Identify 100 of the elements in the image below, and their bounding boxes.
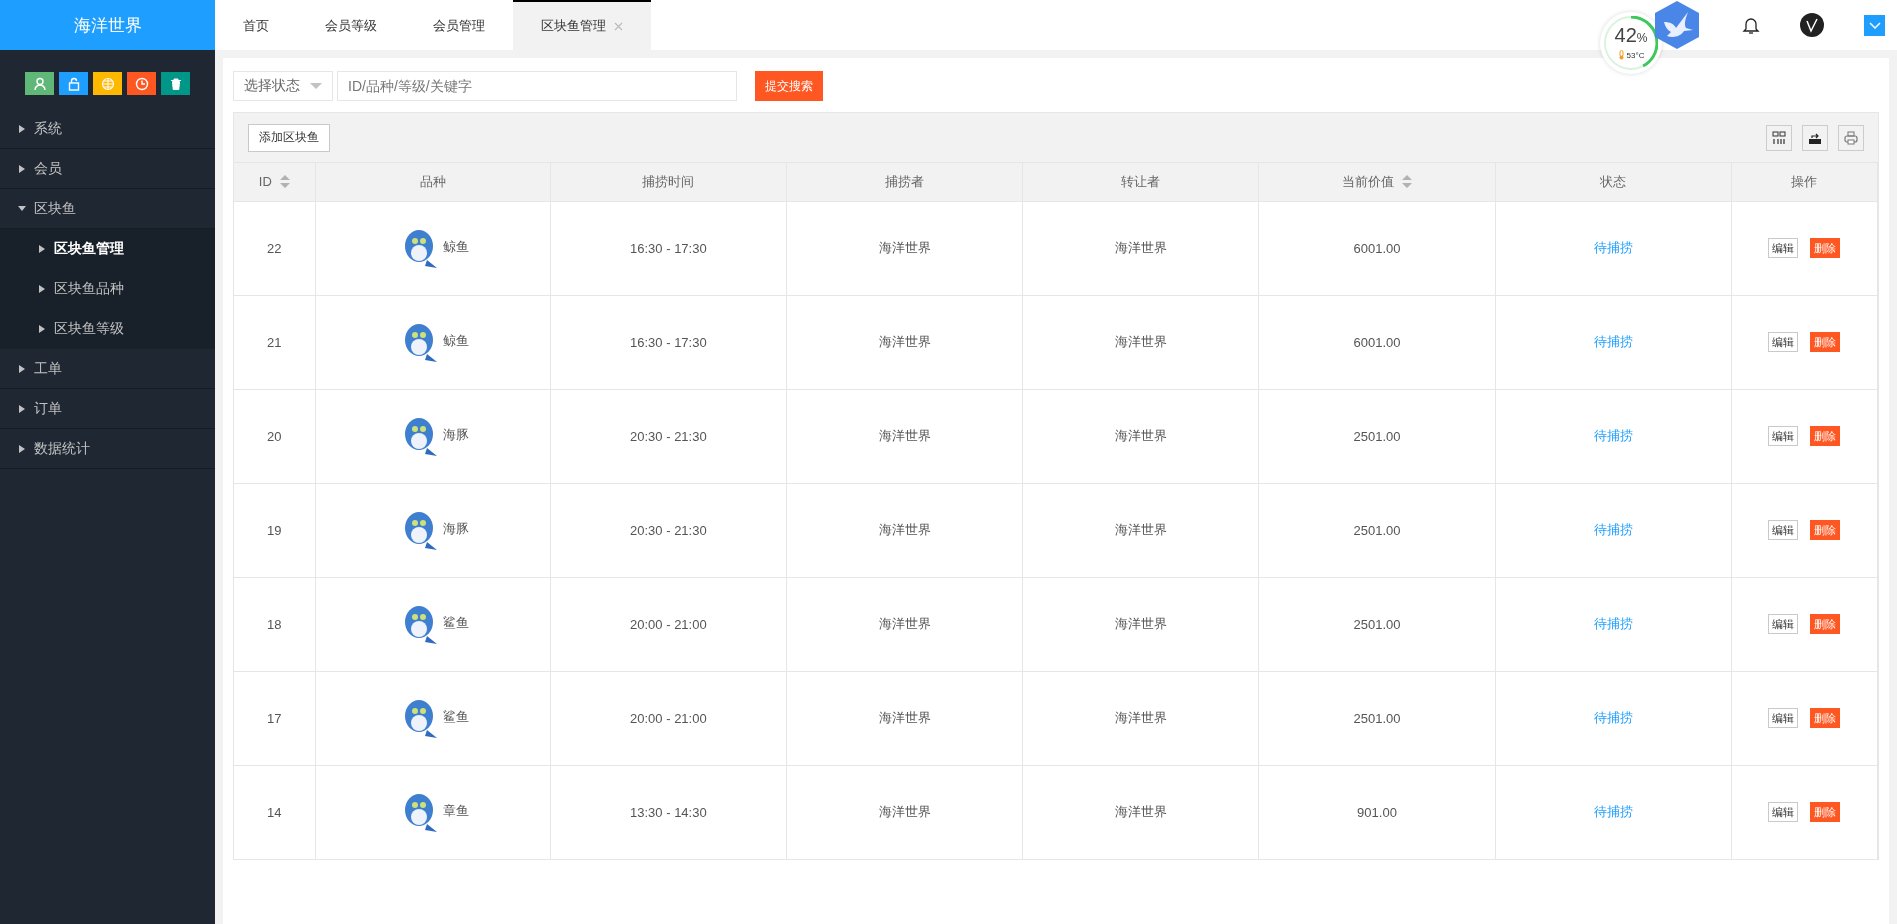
table-cell: 2501.00 <box>1353 710 1401 726</box>
table-cell: 海洋世界 <box>1114 710 1167 725</box>
table-cell: 海洋世界 <box>1114 616 1167 631</box>
sidebar-subitem[interactable]: 区块鱼管理 <box>0 229 215 269</box>
column-header: 捕捞者 <box>885 172 925 191</box>
caret-right-icon <box>18 443 26 454</box>
sort-icon <box>1401 175 1412 189</box>
table-cell: 海洋世界 <box>878 334 931 349</box>
table-cell: 16:30 - 17:30 <box>630 334 707 350</box>
trash-icon <box>168 76 183 91</box>
table-cell: 海洋世界 <box>1114 804 1167 820</box>
column-header: 操作 <box>1791 172 1818 191</box>
table-cell: 海洋世界 <box>1114 428 1167 443</box>
quick-button[interactable] <box>127 72 156 95</box>
edit-button[interactable]: 编辑 <box>1768 426 1799 446</box>
quick-button[interactable] <box>25 72 54 95</box>
columns-button[interactable] <box>1766 124 1792 151</box>
edit-button[interactable]: 编辑 <box>1768 238 1799 258</box>
table-cell: 海豚 <box>442 519 469 538</box>
table-cell: 海豚 <box>442 425 469 444</box>
table-cell: 2501.00 <box>1353 522 1401 538</box>
table-cell: 海洋世界 <box>878 710 931 725</box>
columns-icon <box>1772 130 1786 145</box>
clock-icon <box>134 76 149 91</box>
table-cell: 6001.00 <box>1353 240 1401 256</box>
quick-button[interactable] <box>93 72 122 95</box>
temperature-reading: 53°C <box>1626 50 1645 60</box>
table-cell: 鲨鱼 <box>442 613 469 632</box>
sidebar-subitem[interactable]: 区块鱼等级 <box>0 309 215 349</box>
add-button[interactable]: 添加区块鱼 <box>248 123 330 152</box>
caret-right-icon <box>18 363 26 374</box>
app-title: 海洋世界 <box>0 0 215 50</box>
table-cell: 17 <box>267 710 282 726</box>
bell-icon[interactable] <box>1742 16 1760 34</box>
column-header: 状态 <box>1600 172 1627 191</box>
table-cell: 19 <box>267 522 282 538</box>
table-cell: 22 <box>267 240 282 256</box>
edit-button[interactable]: 编辑 <box>1768 708 1799 728</box>
table-cell: 20 <box>267 428 282 444</box>
quick-button[interactable] <box>59 72 88 95</box>
tab[interactable]: 会员等级 <box>297 0 405 50</box>
quick-button[interactable] <box>161 72 190 95</box>
table-cell: 海洋世界 <box>878 522 931 537</box>
table-cell: 鲸鱼 <box>442 331 469 350</box>
print-button[interactable] <box>1838 124 1864 151</box>
bird-logo-icon[interactable] <box>1652 0 1702 50</box>
table-cell: 2501.00 <box>1353 616 1401 632</box>
table-cell: 20:00 - 21:00 <box>630 710 707 726</box>
column-header: 捕捞时间 <box>642 172 695 191</box>
tab[interactable]: 区块鱼管理 <box>513 0 651 50</box>
sidebar-subitem[interactable]: 区块鱼品种 <box>0 269 215 309</box>
percent-sign: % <box>1636 31 1648 45</box>
dropdown-button[interactable] <box>1864 14 1885 36</box>
caret-right-icon <box>38 244 46 254</box>
globe-icon <box>100 76 115 91</box>
caret-down-icon <box>310 83 322 89</box>
user-icon <box>32 76 47 91</box>
tab[interactable]: 会员管理 <box>405 0 513 50</box>
table-cell: 海洋世界 <box>878 428 931 443</box>
caret-right-icon <box>38 284 46 294</box>
caret-right-icon <box>38 324 46 334</box>
table-cell: 海洋世界 <box>878 240 931 255</box>
table-cell: 16:30 - 17:30 <box>630 240 707 256</box>
table-cell: 鲸鱼 <box>442 237 469 256</box>
table-cell: 章鱼 <box>442 801 469 820</box>
sort-icon <box>279 175 290 189</box>
caret-right-icon <box>18 403 26 414</box>
tab[interactable]: 首页 <box>215 0 297 50</box>
thermometer-icon <box>1617 50 1625 60</box>
caret-right-icon <box>18 123 26 134</box>
column-header: 转让者 <box>1121 172 1161 191</box>
export-button[interactable] <box>1802 124 1828 151</box>
close-icon[interactable] <box>614 21 623 31</box>
table-cell: 14 <box>267 804 282 820</box>
lock-icon <box>66 76 81 91</box>
table-cell: 鲨鱼 <box>442 707 469 726</box>
column-header[interactable]: ID <box>258 174 290 190</box>
table-cell: 20:30 - 21:30 <box>630 428 707 444</box>
table-cell: 13:30 - 14:30 <box>630 804 707 820</box>
table-cell: 21 <box>267 334 282 350</box>
edit-button[interactable]: 编辑 <box>1768 520 1799 540</box>
table-cell: 20:30 - 21:30 <box>630 522 707 538</box>
edit-button[interactable]: 编辑 <box>1768 614 1799 634</box>
usage-percent: 42 <box>1614 24 1637 46</box>
table-cell: 海洋世界 <box>878 616 931 631</box>
table-cell: 20:00 - 21:00 <box>630 616 707 632</box>
avatar-icon[interactable] <box>1800 13 1824 37</box>
status-select[interactable]: 选择状态 <box>233 71 333 101</box>
chevron-down-icon <box>1868 21 1881 29</box>
table-cell: 18 <box>267 616 282 632</box>
table-cell: 海洋世界 <box>1114 240 1167 255</box>
search-field[interactable]: ID/品种/等级/关键字 <box>337 71 737 101</box>
column-header[interactable]: 当前价值 <box>1341 172 1412 191</box>
edit-button[interactable]: 编辑 <box>1768 802 1799 823</box>
print-icon <box>1844 130 1858 145</box>
table-cell: 海洋世界 <box>1114 522 1167 537</box>
table-cell: 海洋世界 <box>1114 334 1167 349</box>
edit-button[interactable]: 编辑 <box>1768 332 1799 352</box>
caret-right-icon <box>18 163 26 174</box>
table-cell: 2501.00 <box>1353 428 1401 444</box>
